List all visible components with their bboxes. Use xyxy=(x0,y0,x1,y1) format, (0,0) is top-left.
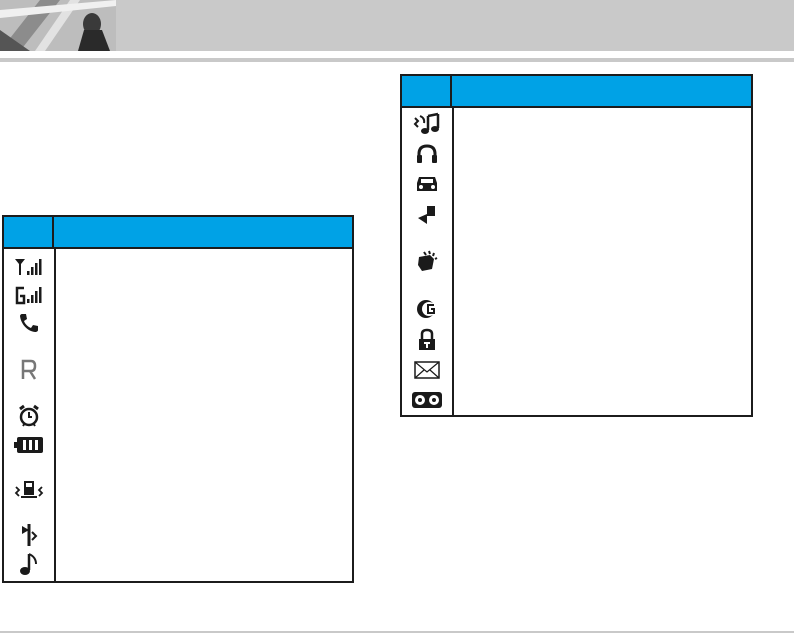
table-header xyxy=(402,76,751,108)
ring-icon xyxy=(4,549,54,579)
header-description-cell xyxy=(452,76,751,106)
headset-icon xyxy=(402,140,452,168)
table-header xyxy=(4,217,352,249)
alarm-icon xyxy=(4,402,54,430)
call-forward-icon xyxy=(402,200,452,232)
message-icon xyxy=(402,356,452,384)
column-divider xyxy=(54,247,56,581)
battery-icon xyxy=(4,431,54,459)
roaming-icon xyxy=(4,353,54,387)
voicemail-icon xyxy=(402,386,452,414)
header-icon-cell xyxy=(402,76,452,106)
car-kit-icon xyxy=(402,170,452,198)
silent-icon xyxy=(4,521,54,549)
header-rule xyxy=(0,58,794,62)
signal-strength-icon xyxy=(4,253,54,281)
ring-and-vibrate-icon xyxy=(402,110,452,138)
vibrate-icon xyxy=(4,473,54,509)
icon-table-right xyxy=(400,74,753,417)
footer-rule xyxy=(0,631,794,633)
speakerphone-icon xyxy=(402,244,452,280)
icon-table-left xyxy=(2,215,354,583)
column-divider xyxy=(452,106,454,415)
call-active-icon xyxy=(4,309,54,337)
header-photo xyxy=(0,0,116,51)
lock-icon xyxy=(402,326,452,354)
gprs-signal-icon xyxy=(4,281,54,309)
header-description-cell xyxy=(54,217,352,247)
header-band xyxy=(0,0,794,51)
gprs-attached-icon xyxy=(402,294,452,324)
header-icon-cell xyxy=(4,217,54,247)
